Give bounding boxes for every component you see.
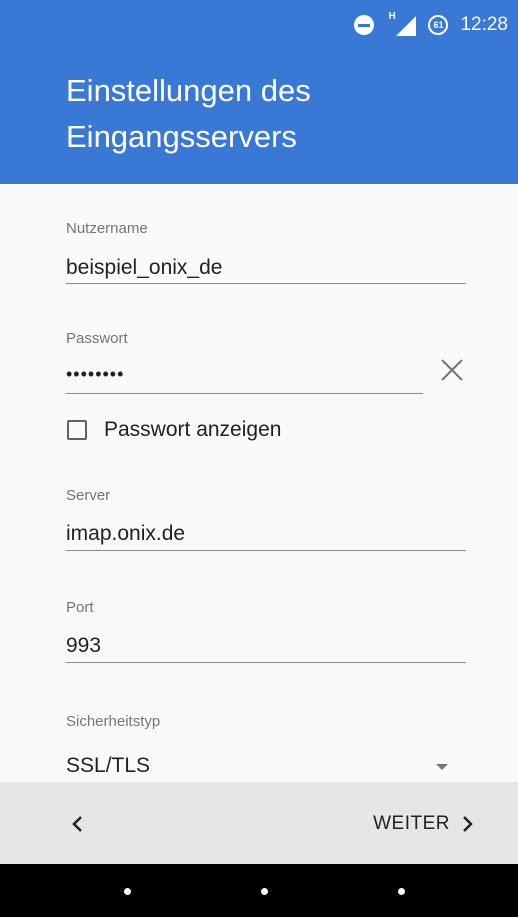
security-type-label: Sicherheitstyp bbox=[66, 713, 161, 730]
security-type-select[interactable]: SSL/TLS bbox=[66, 754, 150, 778]
page-title: Einstellungen des Eingangsservers bbox=[66, 68, 496, 160]
page-title-line1: Einstellungen des bbox=[66, 73, 311, 108]
show-password-label[interactable]: Passwort anzeigen bbox=[104, 418, 281, 442]
app-header: H 61 12:28 Einstellungen des Eingangsser… bbox=[0, 0, 518, 184]
close-icon bbox=[441, 359, 463, 381]
nav-recents-button[interactable] bbox=[398, 888, 405, 895]
port-input[interactable]: 993 bbox=[66, 634, 101, 658]
page-title-line2: Eingangsservers bbox=[66, 119, 297, 154]
show-password-checkbox[interactable] bbox=[67, 420, 87, 440]
dropdown-arrow-icon[interactable] bbox=[436, 764, 448, 770]
nav-home-button[interactable] bbox=[261, 888, 268, 895]
nav-back-button[interactable] bbox=[124, 888, 131, 895]
battery-level: 61 bbox=[433, 20, 444, 30]
server-input[interactable]: imap.onix.de bbox=[66, 522, 185, 546]
next-button-label: WEITER bbox=[373, 813, 450, 834]
username-underline bbox=[66, 283, 466, 284]
system-nav-bar bbox=[0, 864, 518, 917]
server-underline bbox=[66, 550, 466, 551]
port-label: Port bbox=[66, 599, 94, 616]
back-button[interactable] bbox=[58, 804, 98, 844]
next-button[interactable]: WEITER bbox=[373, 806, 474, 842]
port-underline bbox=[66, 662, 466, 663]
chevron-right-icon bbox=[463, 816, 473, 832]
password-label: Passwort bbox=[66, 330, 128, 347]
status-bar: H 61 12:28 bbox=[0, 0, 518, 50]
network-type-label: H bbox=[388, 11, 396, 22]
username-input[interactable]: beispiel_onix_de bbox=[66, 256, 222, 280]
server-label: Server bbox=[66, 487, 111, 504]
password-underline bbox=[66, 393, 423, 394]
signal-icon: H bbox=[386, 11, 417, 36]
battery-icon: 61 bbox=[428, 15, 449, 35]
do-not-disturb-icon bbox=[354, 15, 375, 35]
status-time: 12:28 bbox=[460, 14, 508, 35]
bottom-action-bar: WEITER bbox=[0, 782, 518, 864]
username-label: Nutzername bbox=[66, 220, 148, 237]
clear-password-button[interactable] bbox=[436, 354, 468, 386]
chevron-left-icon bbox=[72, 816, 82, 832]
password-input[interactable]: •••••••• bbox=[66, 364, 124, 385]
